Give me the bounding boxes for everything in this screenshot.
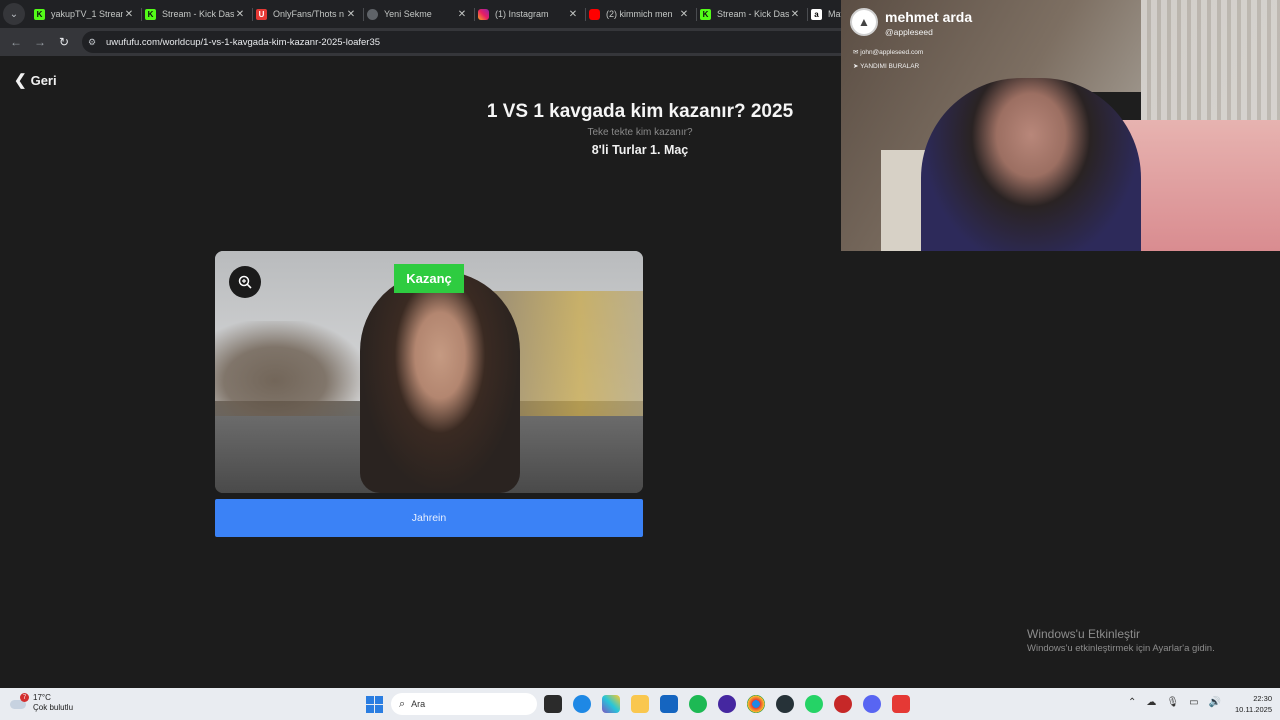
onedrive-icon[interactable]: ☁: [1146, 697, 1156, 708]
amazon-icon: a: [811, 8, 822, 20]
u-site-icon: U: [256, 8, 267, 20]
tab-title: (1) Instagram: [495, 9, 549, 19]
tab-title: yakupTV_1 Stream: [51, 9, 123, 19]
whatsapp-icon[interactable]: [805, 695, 823, 713]
instagram-icon: [478, 8, 489, 20]
search-icon: ⌕: [399, 697, 406, 710]
tab-2[interactable]: U OnlyFans/Thots n ✕: [252, 1, 363, 27]
pocket-icon[interactable]: [892, 695, 910, 713]
spotify-icon[interactable]: [689, 695, 707, 713]
vote-button[interactable]: Jahrein: [215, 499, 643, 537]
back-label: Geri: [30, 72, 57, 88]
streamer-email: ✉ john@appleseed.com: [853, 49, 924, 56]
system-tray: ⌃ ☁ 🎙 ▭ 🔊: [1128, 697, 1231, 708]
tab-title: (2) kimmich men: [606, 9, 673, 19]
tab-search-chevron-icon[interactable]: ⌄: [3, 3, 25, 25]
tab-title: Yeni Sekme: [384, 9, 432, 19]
speaker-icon[interactable]: 🔊: [1209, 697, 1221, 708]
discord-icon[interactable]: [863, 695, 881, 713]
close-icon[interactable]: ✕: [567, 9, 579, 20]
weather-badge: 7: [20, 693, 29, 702]
streamer-name: mehmet arda: [885, 9, 973, 25]
weather-temp: 17°C: [33, 693, 51, 702]
webcam-overlay: ▲ mehmet arda @appleseed ✉ john@applesee…: [841, 0, 1280, 251]
youtube-icon: [589, 8, 600, 20]
tab-4[interactable]: (1) Instagram ✕: [474, 1, 585, 27]
back-arrow-icon[interactable]: ←: [4, 35, 28, 49]
zoom-in-icon[interactable]: [229, 266, 261, 298]
weather-widget[interactable]: 7 17°C Çok bulutlu: [10, 693, 73, 713]
location-text: YANDIMI BURALAR: [860, 63, 920, 70]
microphone-icon[interactable]: 🎙: [1166, 697, 1179, 708]
cloud-icon: 7: [10, 693, 29, 710]
site-info-icon[interactable]: ⚙: [88, 37, 100, 47]
streamer-logo-icon: ▲: [850, 8, 878, 36]
back-link[interactable]: ❮ Geri: [14, 71, 57, 89]
chevron-left-icon: ❮: [14, 72, 27, 89]
streamer-video: [921, 78, 1141, 251]
kick-icon: K: [700, 8, 711, 20]
activation-title: Windows'u Etkinleştir: [1027, 627, 1140, 641]
tab-5[interactable]: (2) kimmich men ✕: [585, 1, 696, 27]
weather-text: 17°C Çok bulutlu: [33, 693, 73, 713]
kick-icon: K: [145, 8, 156, 20]
email-text: john@appleseed.com: [860, 49, 924, 56]
chrome-icon: [367, 8, 378, 20]
tab-title: Stream - Kick Das: [717, 9, 789, 19]
close-icon[interactable]: ✕: [345, 9, 357, 20]
edge-icon[interactable]: [573, 695, 591, 713]
taskbar: 7 17°C Çok bulutlu ⌕ Ara ⌃ ☁ 🎙 ▭ 🔊 22:30…: [0, 688, 1280, 720]
kick-icon: K: [34, 8, 45, 20]
file-explorer-icon[interactable]: [631, 695, 649, 713]
photo-trees: [215, 321, 365, 421]
taskbar-search[interactable]: ⌕ Ara: [391, 693, 537, 715]
windows-start-icon[interactable]: [366, 696, 383, 713]
media-icon[interactable]: [834, 695, 852, 713]
taskbar-clock[interactable]: 22:30 10.11.2025: [1224, 693, 1272, 715]
tab-6[interactable]: K Stream - Kick Das ✕: [696, 1, 807, 27]
store-icon[interactable]: [660, 695, 678, 713]
obs-icon[interactable]: [776, 695, 794, 713]
close-icon[interactable]: ✕: [678, 9, 690, 20]
streamer-handle: @appleseed: [885, 27, 933, 37]
close-icon[interactable]: ✕: [123, 9, 135, 20]
task-view-icon[interactable]: [544, 695, 562, 713]
search-placeholder: Ara: [411, 699, 426, 709]
close-icon[interactable]: ✕: [456, 9, 468, 20]
app-icon[interactable]: [718, 695, 736, 713]
close-icon[interactable]: ✕: [234, 9, 246, 20]
reload-icon[interactable]: ↻: [52, 35, 76, 49]
network-icon[interactable]: ▭: [1189, 697, 1198, 708]
candidate-card[interactable]: Kazanç: [215, 251, 643, 493]
url-text: uwufufu.com/worldcup/1-vs-1-kavgada-kim-…: [106, 36, 381, 48]
tab-0[interactable]: K yakupTV_1 Stream ✕: [30, 1, 141, 27]
activation-subtitle: Windows'u etkinleştirmek için Ayarlar'a …: [1027, 643, 1215, 654]
copilot-icon[interactable]: [602, 695, 620, 713]
close-icon[interactable]: ✕: [789, 9, 801, 20]
chevron-up-icon[interactable]: ⌃: [1128, 697, 1136, 708]
clock-time: 22:30: [1253, 694, 1272, 703]
streamer-location: ➤ YANDIMI BURALAR: [853, 63, 920, 70]
forward-arrow-icon[interactable]: →: [28, 35, 52, 49]
clock-date: 10.11.2025: [1235, 705, 1272, 714]
candidate-photo: [360, 271, 520, 493]
magnifier-plus-icon: [238, 275, 252, 289]
win-badge: Kazanç: [394, 264, 464, 293]
weather-desc: Çok bulutlu: [33, 703, 74, 712]
chrome-icon[interactable]: [747, 695, 765, 713]
tab-1[interactable]: K Stream - Kick Das ✕: [141, 1, 252, 27]
tab-title: Stream - Kick Das: [162, 9, 234, 19]
tab-3[interactable]: Yeni Sekme ✕: [363, 1, 474, 27]
tab-title: OnlyFans/Thots n: [273, 9, 345, 19]
taskbar-apps: [544, 695, 921, 713]
